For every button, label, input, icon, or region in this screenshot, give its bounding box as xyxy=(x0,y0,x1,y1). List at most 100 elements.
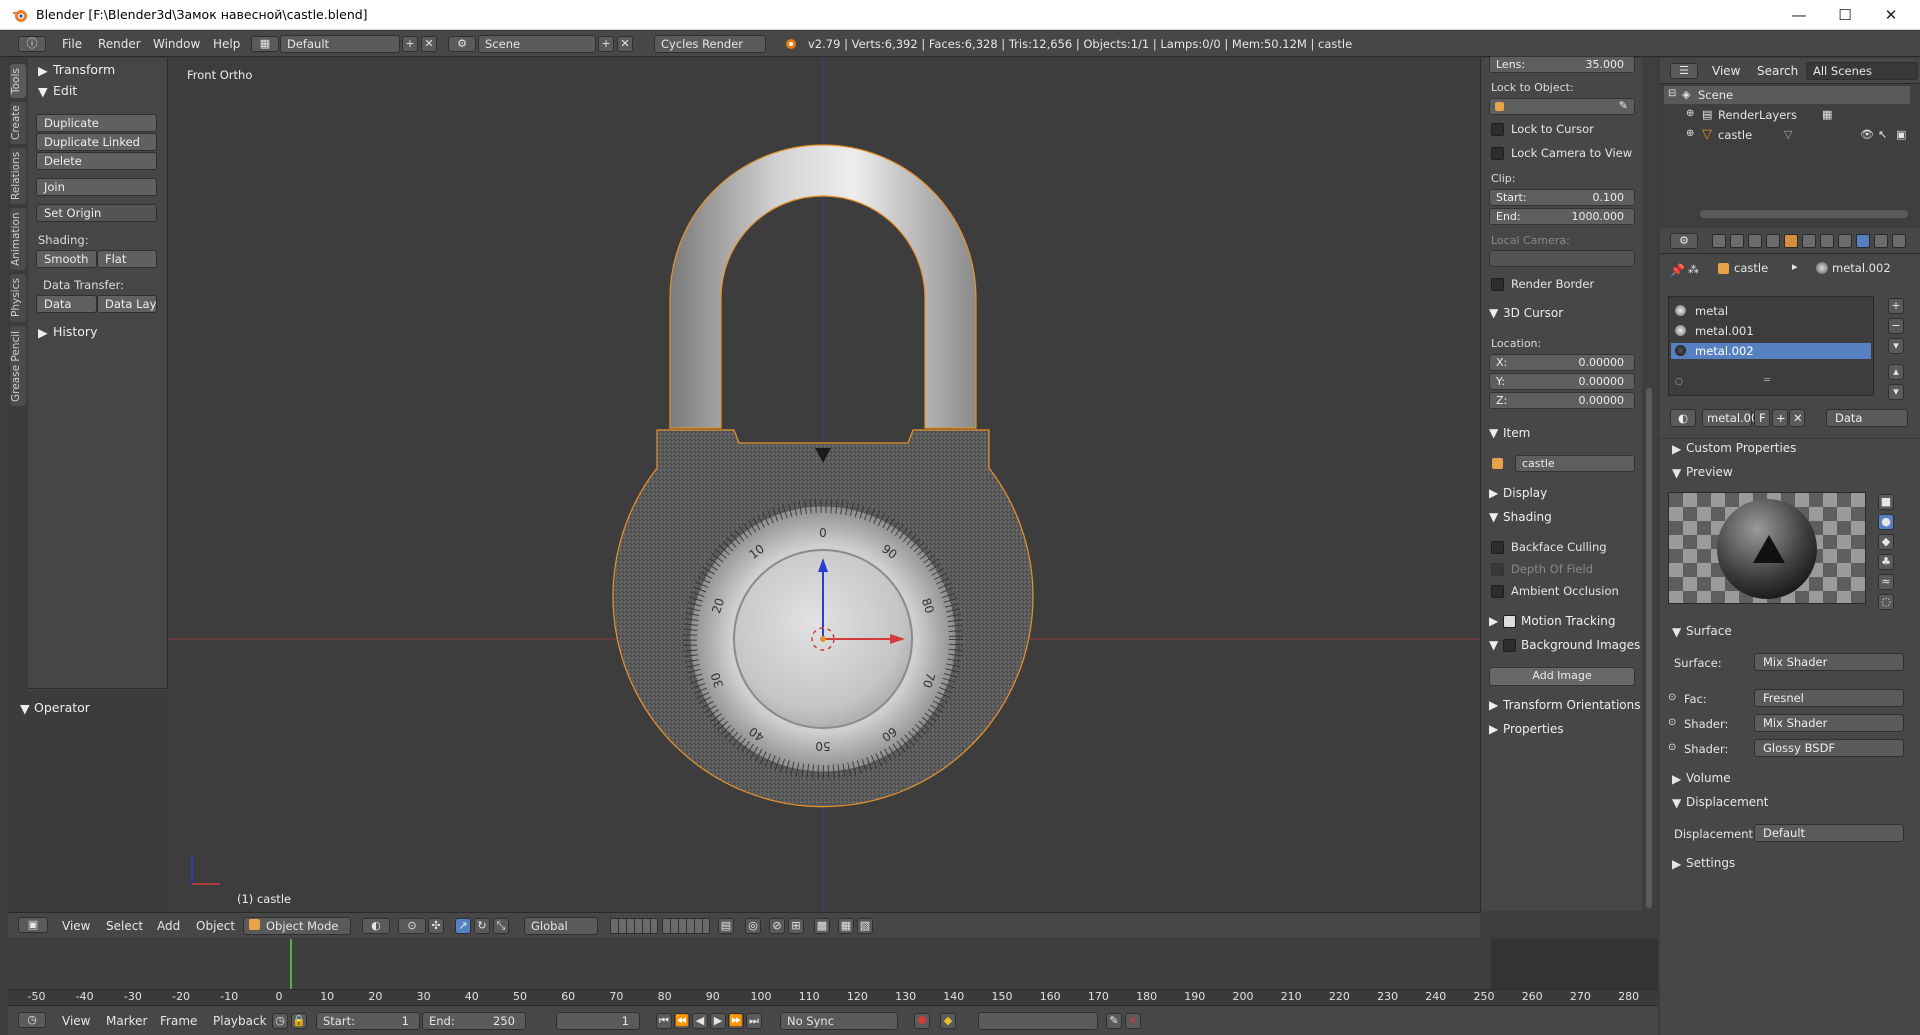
editor-type-outliner-icon[interactable]: ☰ xyxy=(1670,63,1698,79)
pin-icon[interactable]: 📌 xyxy=(1670,263,1685,277)
surface-arrow[interactable]: ▼ xyxy=(1672,625,1681,639)
preview-hair-icon[interactable]: ≈ xyxy=(1878,574,1894,590)
operator-title[interactable]: Operator xyxy=(34,700,90,715)
outliner-row-scene[interactable]: ⊟ ◈ Scene xyxy=(1664,86,1910,104)
fac-input-select[interactable]: Fresnel xyxy=(1754,689,1904,707)
browse-material-icon[interactable]: ◐ xyxy=(1670,409,1696,427)
rotate-manipulator-icon[interactable]: ↻ xyxy=(474,918,490,934)
menu-window[interactable]: Window xyxy=(153,37,200,51)
expand-icon[interactable]: ⊕ xyxy=(1686,128,1694,139)
surface-panel[interactable]: Surface xyxy=(1686,624,1732,638)
link-data-select[interactable]: Data xyxy=(1826,409,1908,427)
shader1-input-select[interactable]: Mix Shader xyxy=(1754,714,1904,732)
remove-layout-icon[interactable]: ✕ xyxy=(421,36,437,52)
keying-set-icon[interactable]: ◆ xyxy=(940,1013,956,1029)
panel-history[interactable]: History xyxy=(53,324,97,339)
data-button[interactable]: Data xyxy=(36,295,97,313)
menu-render[interactable]: Render xyxy=(98,37,141,51)
scene-select[interactable]: Scene xyxy=(478,35,596,53)
expand-icon[interactable]: ⊕ xyxy=(1686,108,1694,119)
preview-sky-icon[interactable]: ◌ xyxy=(1878,594,1894,610)
editor-type-timeline-icon[interactable]: ◷ xyxy=(18,1012,46,1028)
delete-keyframe-icon[interactable]: ✕ xyxy=(1125,1013,1141,1029)
start-frame-field[interactable]: Start: 1 xyxy=(316,1012,420,1030)
delete-button[interactable]: Delete xyxy=(36,152,157,170)
material-slot-selected[interactable]: metal.002 xyxy=(1671,343,1871,359)
sync-mode-select[interactable]: No Sync xyxy=(780,1012,898,1030)
move-slot-up-icon[interactable]: ▴ xyxy=(1888,364,1904,380)
settings-arrow[interactable]: ▶ xyxy=(1672,857,1681,871)
remove-slot-icon[interactable]: − xyxy=(1888,318,1904,334)
panel-transform[interactable]: Transform xyxy=(53,62,115,77)
set-origin-select[interactable]: Set Origin xyxy=(36,204,157,222)
shading-panel-arrow[interactable]: ▼ xyxy=(1489,510,1498,524)
properties-panel[interactable]: Properties xyxy=(1503,722,1564,736)
scale-manipulator-icon[interactable]: ⤡ xyxy=(493,918,509,934)
cursor-x-field[interactable]: X: 0.00000 xyxy=(1489,354,1635,371)
play-icon[interactable]: ▶ xyxy=(710,1013,726,1029)
menu-add[interactable]: Add xyxy=(157,919,180,933)
display-panel-arrow[interactable]: ▶ xyxy=(1489,486,1498,500)
item-panel-arrow[interactable]: ▼ xyxy=(1489,426,1498,440)
motion-panel-arrow[interactable]: ▶ xyxy=(1489,614,1498,628)
layout-select[interactable]: Default xyxy=(280,35,400,53)
screen-layout-icon[interactable]: ▦ xyxy=(251,36,279,52)
next-keyframe-icon[interactable]: ⏩ xyxy=(728,1013,744,1029)
bg-images-panel[interactable]: Background Images xyxy=(1521,638,1640,652)
transform-orientations-panel[interactable]: Transform Orientations xyxy=(1503,698,1641,712)
tab-tools[interactable]: Tools xyxy=(10,64,26,98)
custom-props-arrow[interactable]: ▶ xyxy=(1672,442,1681,456)
preview-flat-icon[interactable]: ■ xyxy=(1878,494,1894,510)
cursor-panel-arrow[interactable]: ▼ xyxy=(1489,306,1498,320)
timeline-view-menu[interactable]: View xyxy=(62,1014,90,1028)
minimize-button[interactable]: — xyxy=(1776,0,1822,30)
play-reverse-icon[interactable]: ◀ xyxy=(692,1013,708,1029)
outliner-view-menu[interactable]: View xyxy=(1712,64,1740,78)
clip-start-field[interactable]: Start: 0.100 xyxy=(1489,189,1635,206)
editor-type-info-icon[interactable]: ⓘ xyxy=(18,36,46,52)
lock-to-cursor-checkbox[interactable] xyxy=(1491,123,1504,136)
operator-arrow[interactable]: ▼ xyxy=(20,701,30,716)
outliner-search-menu[interactable]: Search xyxy=(1757,64,1798,78)
world-tab-icon[interactable] xyxy=(1766,234,1780,248)
smooth-button[interactable]: Smooth xyxy=(36,250,97,268)
texture-tab-icon[interactable] xyxy=(1874,234,1888,248)
end-frame-field[interactable]: End: 250 xyxy=(422,1012,526,1030)
display-panel[interactable]: Display xyxy=(1503,486,1547,500)
transform-orient-arrow[interactable]: ▶ xyxy=(1489,698,1498,712)
add-image-button[interactable]: Add Image xyxy=(1489,667,1635,686)
volume-panel[interactable]: Volume xyxy=(1686,771,1731,785)
data-layout-button[interactable]: Data Layo xyxy=(97,295,157,313)
preview-arrow[interactable]: ▼ xyxy=(1672,466,1681,480)
new-material-icon[interactable]: + xyxy=(1772,409,1788,427)
timeline-frame-menu[interactable]: Frame xyxy=(160,1014,197,1028)
current-frame-marker[interactable] xyxy=(290,939,292,989)
lock-object-field[interactable]: ✎ xyxy=(1489,98,1635,115)
panel-edit-arrow[interactable]: ▼ xyxy=(38,84,48,99)
fac-socket-icon[interactable]: ⊙ xyxy=(1668,692,1676,703)
preview-monkey-icon[interactable]: ♣ xyxy=(1878,554,1894,570)
editor-type-properties-icon[interactable]: ⚙ xyxy=(1670,233,1698,249)
settings-panel[interactable]: Settings xyxy=(1686,856,1735,870)
render-animation-icon[interactable]: ▦ xyxy=(838,918,854,934)
unlink-material-icon[interactable]: ✕ xyxy=(1789,409,1805,427)
render-opengl-icon[interactable]: ▩ xyxy=(814,918,830,934)
render-border-checkbox[interactable] xyxy=(1491,278,1504,291)
duplicate-button[interactable]: Duplicate xyxy=(36,114,157,132)
layers-grid-1[interactable] xyxy=(610,918,658,934)
scene-icon[interactable]: ⚙ xyxy=(448,36,476,52)
insert-keyframe-icon[interactable]: ✎ xyxy=(1106,1013,1122,1029)
tab-physics[interactable]: Physics xyxy=(10,274,26,322)
visibility-eye-icon[interactable]: 👁 xyxy=(1860,128,1874,141)
particles-tab-icon[interactable] xyxy=(1892,234,1906,248)
render-layers-tab-icon[interactable] xyxy=(1730,234,1744,248)
material-name-field[interactable]: metal.00 xyxy=(1702,409,1758,427)
dof-checkbox[interactable] xyxy=(1491,563,1504,576)
render-camera-icon[interactable]: ▣ xyxy=(1896,128,1906,141)
bg-images-panel-arrow[interactable]: ▼ xyxy=(1489,638,1498,652)
displacement-panel[interactable]: Displacement xyxy=(1686,795,1769,809)
material-tab-icon[interactable] xyxy=(1856,234,1870,248)
proportional-edit-icon[interactable]: ◎ xyxy=(745,918,761,934)
record-icon[interactable] xyxy=(914,1013,930,1029)
outliner-row-castle[interactable]: ⊕ ▽ castle ▽ 👁 ↖ ▣ xyxy=(1664,126,1910,144)
